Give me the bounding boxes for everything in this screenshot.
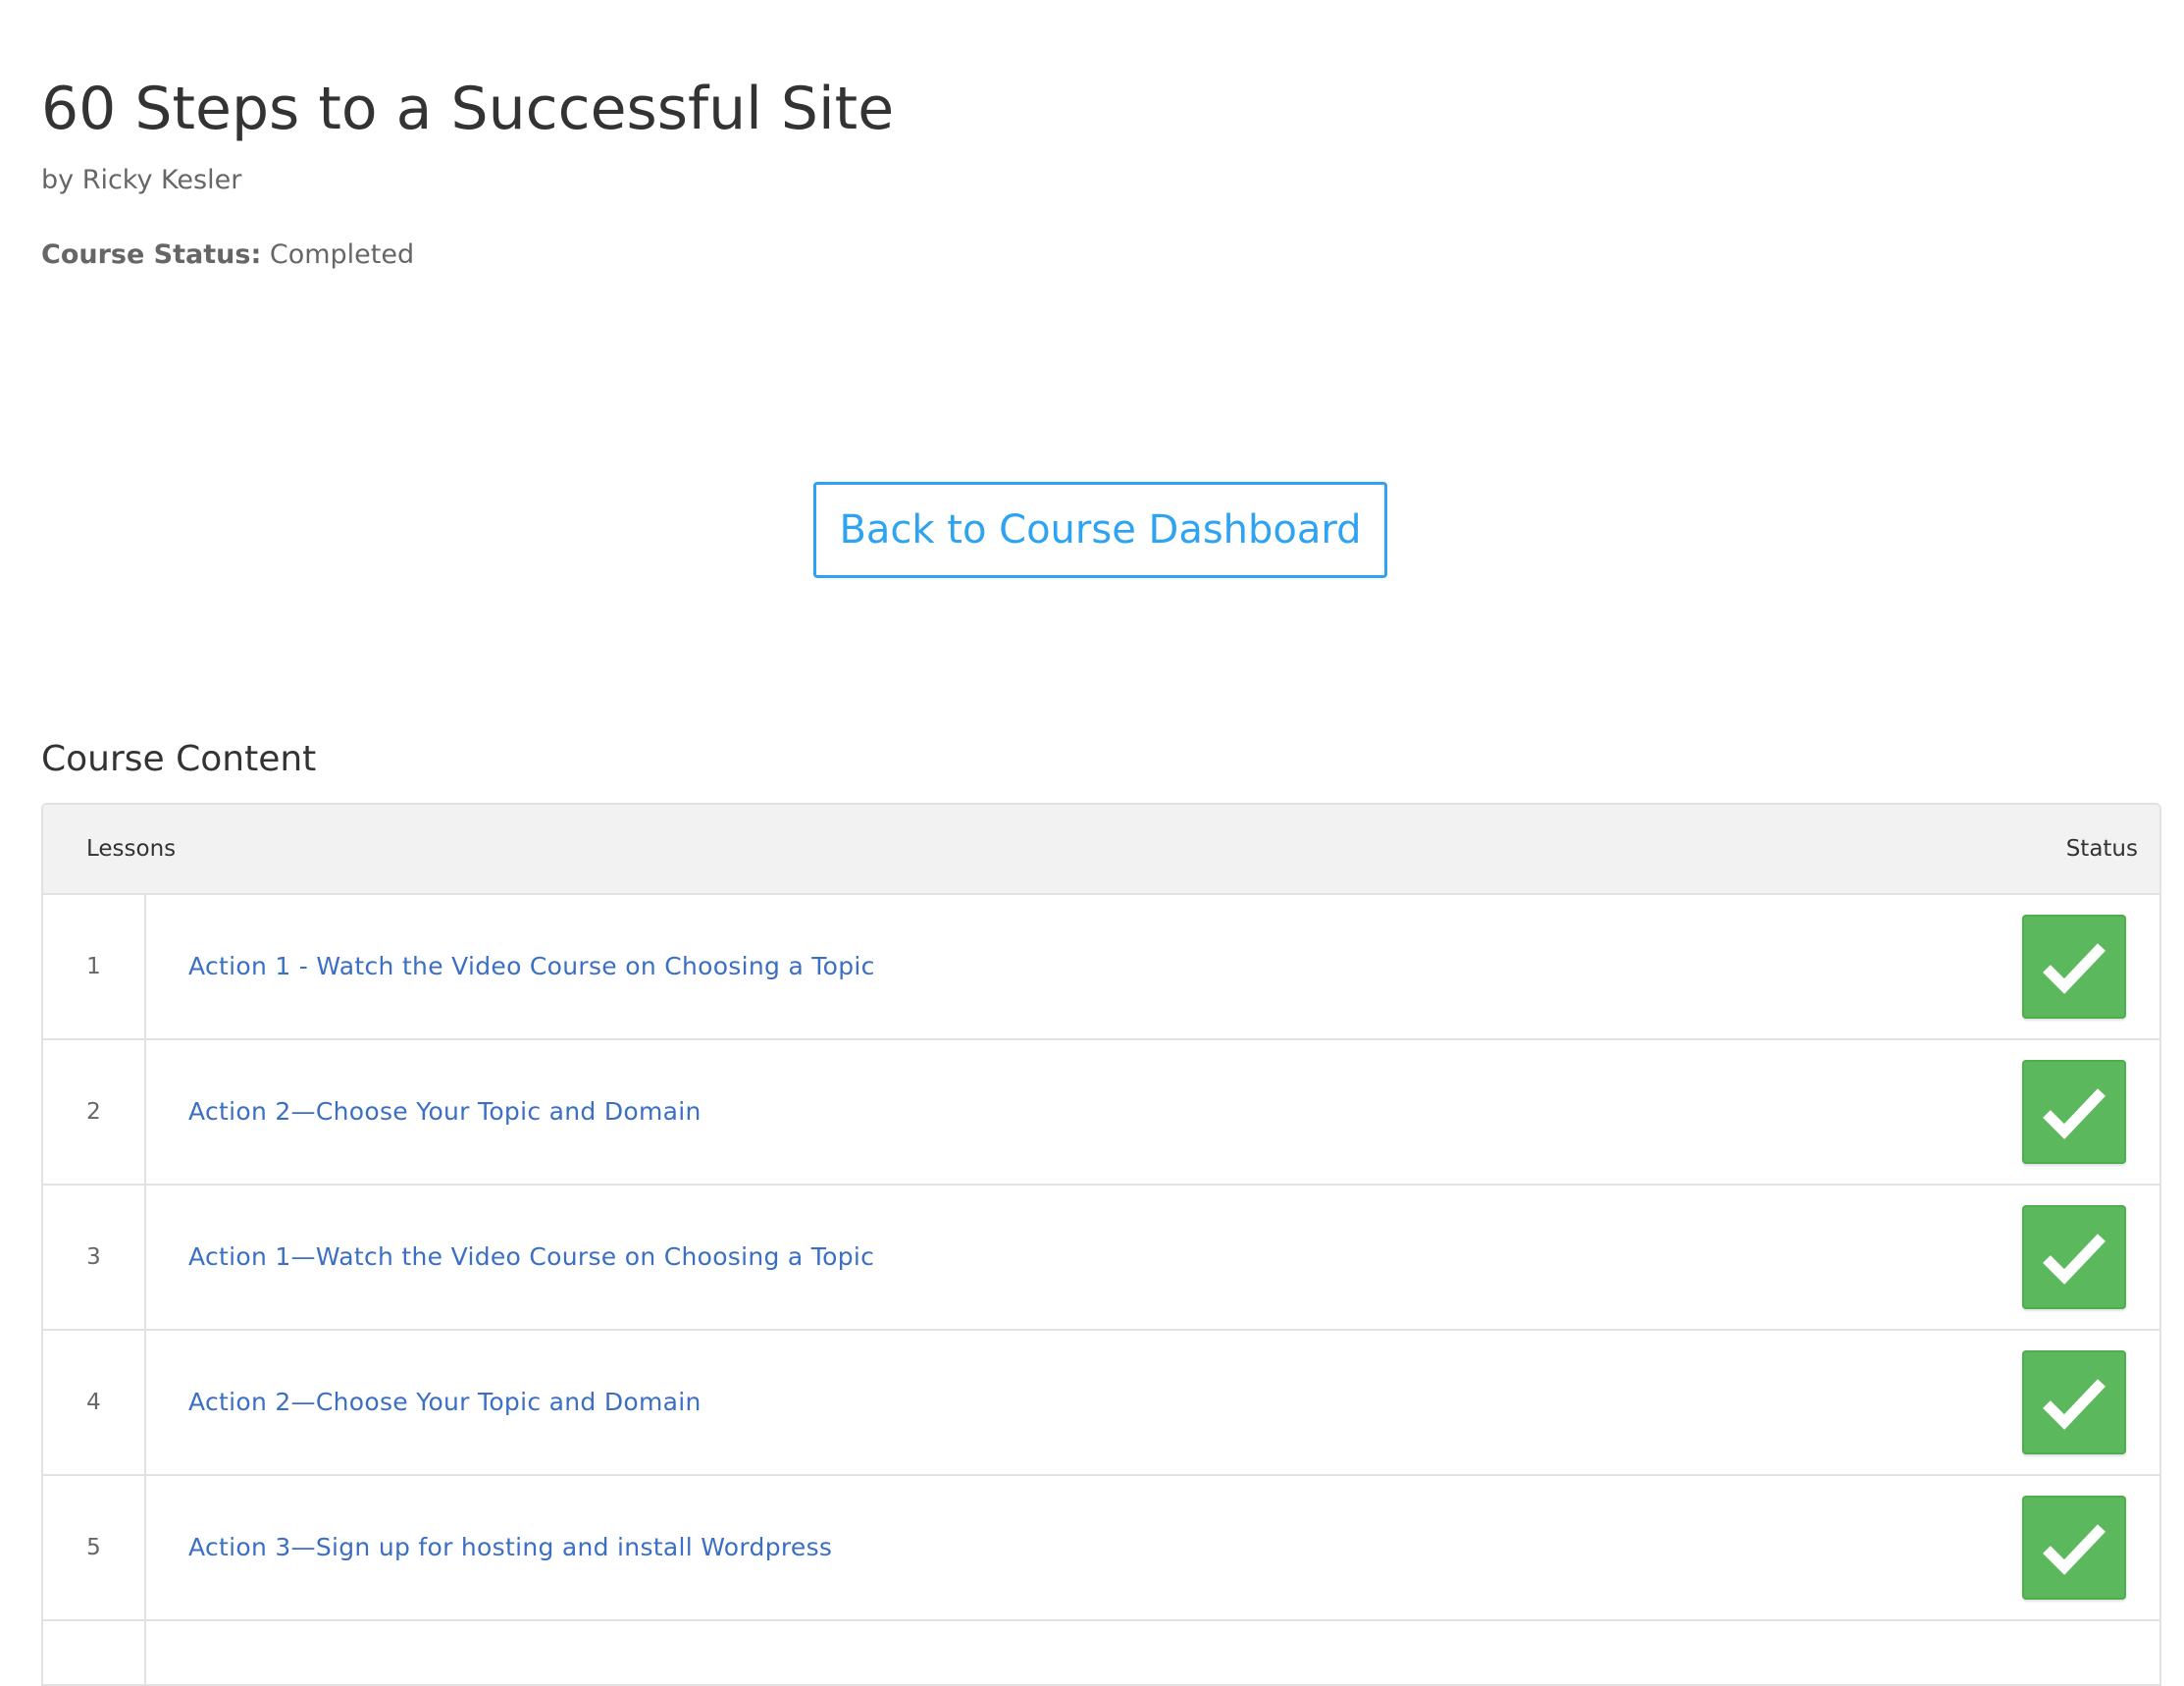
table-row — [43, 1621, 2159, 1684]
lesson-link[interactable]: Action 1—Watch the Video Course on Choos… — [188, 1185, 874, 1329]
lesson-number: 1 — [43, 895, 146, 1038]
lesson-link[interactable]: Action 2—Choose Your Topic and Domain — [188, 1331, 702, 1474]
lesson-link[interactable]: Action 3—Sign up for hosting and install… — [188, 1476, 832, 1619]
checkmark-icon — [2043, 1379, 2106, 1430]
back-to-dashboard-button[interactable]: Back to Course Dashboard — [813, 482, 1387, 578]
checkmark-icon — [2043, 1234, 2106, 1285]
course-status: Course Status: Completed — [41, 237, 414, 273]
course-status-label: Course Status: — [41, 239, 262, 270]
checkmark-icon — [2043, 1524, 2106, 1575]
lesson-complete-badge — [2022, 1496, 2126, 1600]
column-header-status: Status — [2065, 836, 2138, 862]
lesson-complete-badge — [2022, 1350, 2126, 1454]
course-status-value: Completed — [261, 239, 415, 270]
table-row: 5 Action 3—Sign up for hosting and insta… — [43, 1476, 2159, 1621]
lesson-number: 5 — [43, 1476, 146, 1619]
table-row: 1 Action 1 - Watch the Video Course on C… — [43, 895, 2159, 1040]
column-header-lessons: Lessons — [86, 836, 177, 862]
lesson-number: 3 — [43, 1185, 146, 1329]
lesson-complete-badge — [2022, 1060, 2126, 1164]
lesson-complete-badge — [2022, 1205, 2126, 1309]
lesson-number — [43, 1621, 146, 1684]
course-author: by Ricky Kesler — [41, 165, 242, 195]
table-row: 4 Action 2—Choose Your Topic and Domain — [43, 1331, 2159, 1476]
lesson-link[interactable]: Action 1 - Watch the Video Course on Cho… — [188, 895, 875, 1038]
table-row: 2 Action 2—Choose Your Topic and Domain — [43, 1040, 2159, 1185]
lesson-number: 2 — [43, 1040, 146, 1184]
lesson-number: 4 — [43, 1331, 146, 1474]
table-header: Lessons Status — [43, 805, 2159, 895]
course-title: 60 Steps to a Successful Site — [41, 75, 895, 143]
lesson-link[interactable]: Action 2—Choose Your Topic and Domain — [188, 1040, 702, 1184]
lesson-complete-badge — [2022, 915, 2126, 1019]
checkmark-icon — [2043, 943, 2106, 994]
table-row: 3 Action 1—Watch the Video Course on Cho… — [43, 1185, 2159, 1331]
lessons-table: Lessons Status 1 Action 1 - Watch the Vi… — [41, 803, 2161, 1686]
course-content-heading: Course Content — [41, 739, 317, 779]
checkmark-icon — [2043, 1088, 2106, 1139]
